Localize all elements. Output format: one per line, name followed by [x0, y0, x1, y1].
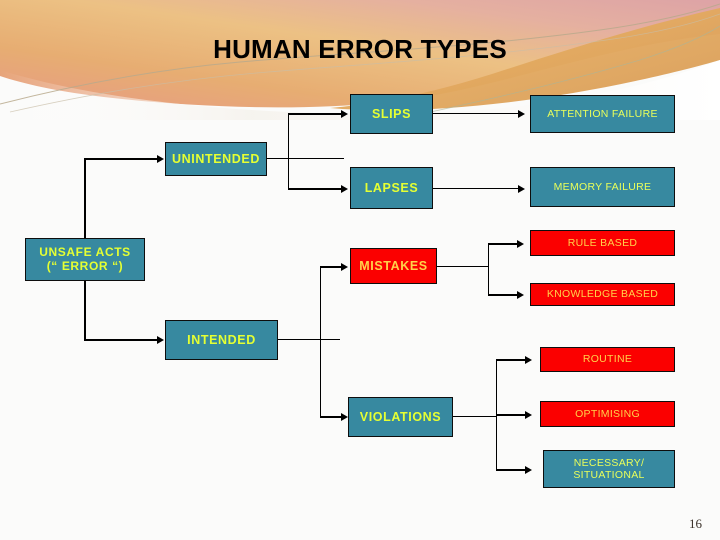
connector-violations-out	[453, 416, 497, 417]
connector-violations-to-optimising	[496, 414, 526, 416]
node-mistakes-label: MISTAKES	[359, 258, 428, 273]
connector-unintended-to-slips	[288, 113, 342, 115]
connector-unsafe-top-horizontal	[84, 158, 158, 160]
node-violations-label: VIOLATIONS	[359, 409, 442, 424]
connector-mistakes-split-vertical	[488, 243, 489, 295]
node-rule-based-label: RULE BASED	[567, 236, 638, 249]
node-necessary-situational-line1: NECESSARY/	[573, 456, 645, 469]
connector-intended-to-mistakes	[320, 266, 342, 268]
page-title: HUMAN ERROR TYPES	[213, 34, 507, 64]
node-unsafe-acts[interactable]: UNSAFE ACTS (“ ERROR “)	[25, 238, 145, 281]
connector-lapses-to-memory	[433, 188, 519, 189]
node-intended[interactable]: INTENDED	[165, 320, 278, 360]
node-knowledge-based[interactable]: KNOWLEDGE BASED	[530, 283, 675, 306]
node-routine-label: ROUTINE	[582, 353, 633, 366]
node-attention-failure[interactable]: ATTENTION FAILURE	[530, 95, 675, 133]
node-necessary-situational-line2: SITUATIONAL	[573, 469, 645, 481]
connector-intended-out	[278, 339, 340, 340]
node-violations[interactable]: VIOLATIONS	[348, 397, 453, 437]
node-rule-based[interactable]: RULE BASED	[530, 230, 675, 256]
connector-mistakes-to-knowledge	[488, 294, 518, 296]
node-knowledge-based-label: KNOWLEDGE BASED	[546, 288, 659, 301]
arrow-to-rule-based	[517, 240, 524, 248]
arrow-to-mistakes	[341, 263, 348, 271]
slide-canvas: HUMAN ERROR TYPES UNSAFE ACTS (“ ERROR “…	[0, 0, 720, 540]
node-mistakes[interactable]: MISTAKES	[350, 248, 437, 284]
arrow-to-violations	[341, 413, 348, 421]
arrow-to-unintended	[157, 155, 164, 163]
arrow-to-knowledge-based	[517, 291, 524, 299]
connector-violations-to-routine	[496, 359, 526, 361]
connector-unintended-to-lapses	[288, 188, 342, 190]
arrow-to-slips	[341, 110, 348, 118]
connector-unintended-split-vertical	[288, 113, 289, 189]
node-memory-failure[interactable]: MEMORY FAILURE	[530, 167, 675, 207]
connector-mistakes-to-rule	[488, 243, 518, 245]
node-unintended-label: UNINTENDED	[172, 151, 260, 166]
node-intended-label: INTENDED	[187, 332, 256, 347]
node-unintended[interactable]: UNINTENDED	[165, 142, 267, 176]
arrow-to-intended	[157, 336, 164, 344]
node-unsafe-acts-line2: (“ ERROR “)	[46, 258, 124, 273]
connector-unintended-out	[267, 158, 344, 159]
connector-mistakes-out	[437, 266, 489, 267]
connector-violations-to-necessary	[496, 469, 526, 471]
node-lapses[interactable]: LAPSES	[350, 167, 433, 209]
node-slips[interactable]: SLIPS	[350, 94, 433, 134]
connector-slips-to-attention	[433, 113, 519, 114]
node-routine[interactable]: ROUTINE	[540, 347, 675, 372]
arrow-to-routine	[525, 356, 532, 364]
connector-intended-to-violations	[320, 416, 342, 418]
node-optimising-label: OPTIMISING	[575, 407, 640, 420]
arrow-to-lapses	[341, 185, 348, 193]
node-lapses-label: LAPSES	[364, 180, 419, 195]
connector-intended-split-vertical	[320, 266, 321, 417]
arrow-to-necessary-situational	[525, 466, 532, 474]
node-unsafe-acts-line1: UNSAFE ACTS	[39, 244, 131, 259]
arrow-to-attention-failure	[518, 110, 525, 118]
page-number: 16	[689, 516, 702, 531]
node-memory-failure-label: MEMORY FAILURE	[553, 180, 652, 193]
node-attention-failure-label: ATTENTION FAILURE	[547, 107, 658, 120]
arrow-to-optimising	[525, 411, 532, 419]
arrow-to-memory-failure	[518, 185, 525, 193]
node-slips-label: SLIPS	[371, 106, 412, 121]
node-optimising[interactable]: OPTIMISING	[540, 401, 675, 427]
connector-unsafe-bottom-horizontal	[84, 339, 158, 341]
node-necessary-situational[interactable]: NECESSARY/ SITUATIONAL	[543, 450, 675, 488]
